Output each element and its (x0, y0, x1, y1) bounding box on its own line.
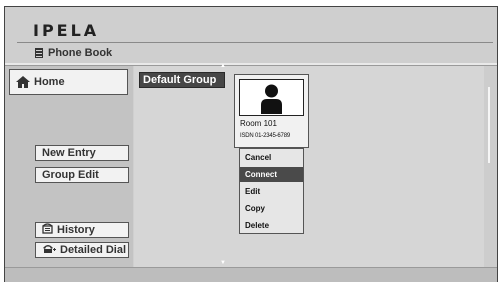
menu-item-edit[interactable]: Edit (240, 184, 303, 199)
menu-item-connect[interactable]: Connect (240, 167, 303, 182)
new-entry-button[interactable]: New Entry (35, 145, 129, 161)
book-icon (35, 48, 43, 58)
context-menu: Cancel Connect Edit Copy Delete (239, 148, 304, 234)
phonebook-content (134, 66, 484, 267)
detailed-dial-button[interactable]: Detailed Dial (35, 242, 129, 258)
phonebook-entry-card[interactable]: Room 101 ISDN 01-2345-6789 (234, 74, 309, 148)
group-edit-button[interactable]: Group Edit (35, 167, 129, 183)
scroll-up-indicator[interactable]: ▲ (220, 63, 226, 69)
entry-photo (239, 79, 304, 116)
scrollbar-thumb[interactable] (488, 87, 490, 163)
menu-item-copy[interactable]: Copy (240, 201, 303, 216)
home-button[interactable]: Home (9, 69, 128, 95)
menu-item-delete[interactable]: Delete (240, 218, 303, 233)
section-header: Phone Book (35, 47, 112, 59)
scrollbar[interactable] (484, 66, 497, 267)
group-edit-label: Group Edit (42, 169, 99, 181)
detailed-dial-label: Detailed Dial (60, 244, 127, 256)
header-divider (17, 42, 493, 43)
group-tab-default[interactable]: Default Group (139, 72, 225, 88)
phone-dial-icon (42, 243, 56, 257)
entry-number: ISDN 01-2345-6789 (240, 133, 290, 139)
house-icon (16, 76, 30, 88)
entry-name: Room 101 (240, 119, 277, 128)
history-button[interactable]: History (35, 222, 129, 238)
phone-history-icon (42, 223, 53, 237)
menu-item-cancel[interactable]: Cancel (240, 150, 303, 165)
status-bar (5, 267, 497, 282)
ipela-logo: IPELA (33, 21, 100, 40)
scroll-down-indicator[interactable]: ▼ (220, 260, 226, 266)
history-label: History (57, 224, 95, 236)
person-silhouette-icon (261, 84, 282, 114)
new-entry-label: New Entry (42, 147, 96, 159)
group-tab-label: Default Group (143, 74, 217, 86)
home-label: Home (34, 76, 65, 88)
app-window: IPELA Phone Book Home New Entry Group Ed… (4, 6, 498, 282)
section-title: Phone Book (48, 47, 113, 59)
